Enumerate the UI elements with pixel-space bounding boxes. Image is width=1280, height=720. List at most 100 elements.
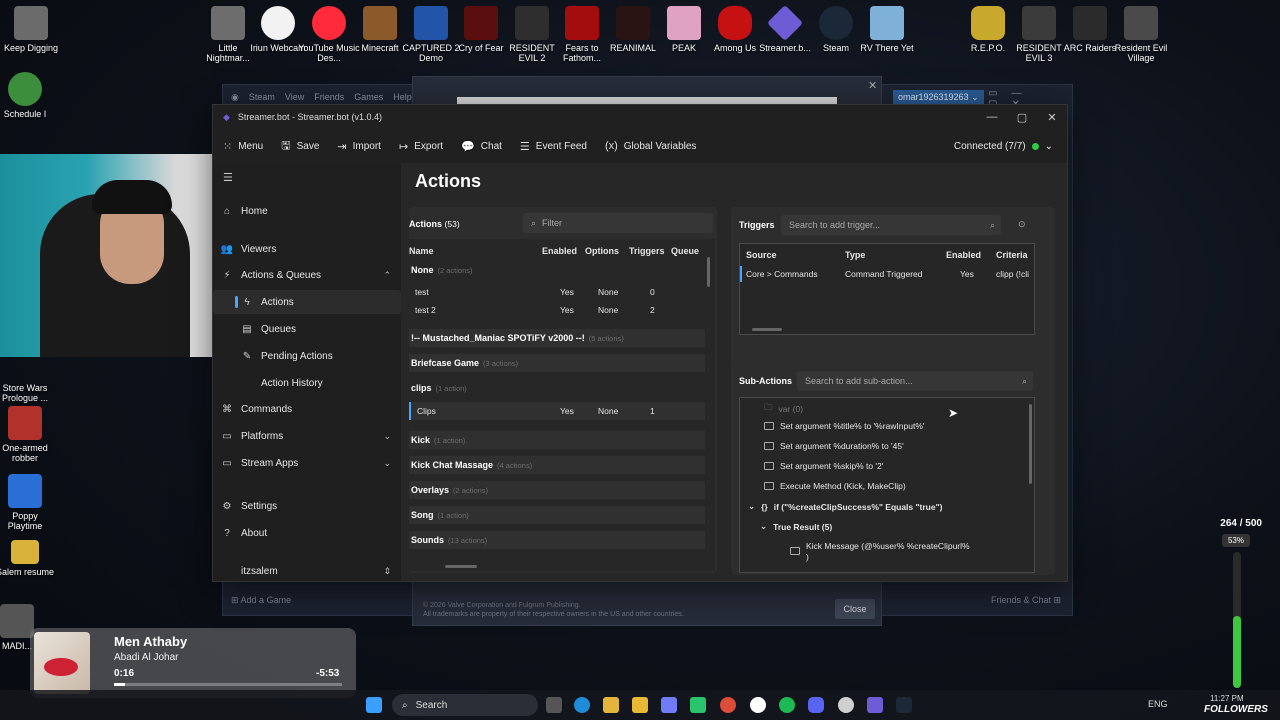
steam-menu-steam[interactable]: Steam bbox=[249, 92, 275, 102]
menu-button[interactable]: ⁙ Menu bbox=[223, 140, 263, 153]
trigger-row[interactable]: Core > Commands Command Triggered Yes cl… bbox=[740, 266, 1034, 282]
connection-status[interactable]: Connected (7/7) ⌄ bbox=[954, 141, 1053, 152]
table-row-selected[interactable]: Clips Yes None 1 bbox=[409, 402, 705, 420]
export-button[interactable]: ↦ Export bbox=[399, 140, 443, 153]
steam-menu-games[interactable]: Games bbox=[354, 92, 383, 102]
sidebar-item-settings[interactable]: ⚙ Settings bbox=[213, 494, 401, 518]
taskbar-search[interactable]: ⌕ Search bbox=[392, 694, 538, 716]
desktop-icon-rv-there-yet[interactable]: RV There Yet bbox=[856, 6, 918, 53]
group-row[interactable]: Sounds (13 actions) bbox=[409, 531, 705, 549]
subaction-item[interactable]: Set argument %duration% to '45' bbox=[764, 441, 904, 451]
steam-friends-chat[interactable]: Friends & Chat ⊞ bbox=[991, 595, 1061, 606]
desktop-icon-keep-digging[interactable]: Keep Digging bbox=[0, 6, 62, 53]
spotify-icon[interactable] bbox=[779, 697, 795, 713]
edge-icon[interactable] bbox=[574, 697, 590, 713]
subaction-item[interactable]: Kick Message (@%user% %createClipurl%) bbox=[790, 541, 970, 563]
sidebar-item-platforms[interactable]: ▭ Platforms ⌄ bbox=[213, 424, 401, 448]
group-row[interactable]: Kick Chat Massage (4 actions) bbox=[409, 456, 705, 474]
sidebar-item-queues[interactable]: ▤ Queues bbox=[213, 317, 401, 341]
windows-start-icon[interactable] bbox=[366, 697, 382, 713]
group-row[interactable]: Briefcase Game (3 actions) bbox=[409, 354, 705, 372]
group-row[interactable]: None (2 actions) bbox=[409, 261, 705, 279]
maximize-icon[interactable]: ▢ bbox=[1007, 111, 1037, 124]
vertical-scrollbar[interactable] bbox=[707, 257, 710, 287]
app-icon[interactable] bbox=[690, 697, 706, 713]
sidebar-item-viewers[interactable]: 👥 Viewers bbox=[213, 237, 401, 261]
group-row[interactable]: Song (1 action) bbox=[409, 506, 705, 524]
streamerbot-window[interactable]: ◆ Streamer.bot - Streamer.bot (v1.0.4) —… bbox=[212, 104, 1068, 582]
close-icon[interactable]: ✕ bbox=[1037, 111, 1067, 124]
group-row[interactable]: clips (1 action) bbox=[409, 379, 705, 397]
col-criteria[interactable]: Criteria bbox=[996, 250, 1028, 260]
filter-input[interactable]: ⌕ Filter bbox=[523, 213, 713, 233]
subaction-group[interactable]: 🗀 var (0) bbox=[764, 402, 803, 416]
sidebar-item-actions-queues[interactable]: ⚡ Actions & Queues ⌃ bbox=[213, 263, 401, 287]
dialog-close-icon[interactable]: ✕ bbox=[868, 79, 877, 92]
desktop-icon-salem[interactable]: Salem resume bbox=[0, 540, 56, 577]
col-queue[interactable]: Queue bbox=[671, 246, 699, 256]
desktop-icon-poppy[interactable]: Poppy Playtime bbox=[0, 474, 56, 531]
sidebar-item-actions[interactable]: ϟ Actions bbox=[213, 290, 401, 314]
horizontal-scrollbar[interactable] bbox=[752, 328, 782, 331]
minimize-icon[interactable]: — bbox=[977, 111, 1007, 124]
desktop-icon-schedule[interactable]: Schedule I bbox=[0, 72, 56, 119]
streamerbot-icon[interactable] bbox=[867, 697, 883, 713]
webcam-icon[interactable] bbox=[750, 697, 766, 713]
global-variables-button[interactable]: (x) Global Variables bbox=[605, 140, 696, 152]
task-view-icon[interactable] bbox=[546, 697, 562, 713]
col-enabled[interactable]: Enabled bbox=[946, 250, 981, 260]
group-row[interactable]: Overlays (2 actions) bbox=[409, 481, 705, 499]
table-row[interactable]: test 2 Yes None 2 bbox=[409, 302, 705, 318]
steam-menu-help[interactable]: Help bbox=[393, 92, 412, 102]
file-explorer-icon[interactable] bbox=[632, 697, 648, 713]
sidebar-item-pending-actions[interactable]: ✎ Pending Actions bbox=[213, 344, 401, 368]
app-icon[interactable] bbox=[603, 697, 619, 713]
subaction-item[interactable]: Set argument %skip% to '2' bbox=[764, 461, 883, 471]
subaction-search-input[interactable]: Search to add sub-action... ⌕ bbox=[797, 371, 1033, 391]
progress-track[interactable] bbox=[114, 683, 342, 686]
language-indicator[interactable]: ENG bbox=[1148, 699, 1168, 709]
sidebar-item-commands[interactable]: ⌘ Commands bbox=[213, 397, 401, 421]
hamburger-icon[interactable]: ☰ bbox=[223, 171, 233, 184]
import-button[interactable]: ⇥ Import bbox=[337, 140, 381, 153]
user-switcher[interactable]: itzsalem ⇕ bbox=[213, 559, 401, 583]
sidebar-item-action-history[interactable]: Action History bbox=[213, 371, 401, 395]
steam-menu-friends[interactable]: Friends bbox=[314, 92, 344, 102]
trigger-options-icon[interactable]: ⊙ bbox=[1018, 219, 1026, 230]
clock[interactable]: 11:27 PM bbox=[1210, 694, 1244, 703]
dialog-close-button[interactable]: Close bbox=[835, 599, 875, 619]
desktop-icon-re-village[interactable]: Resident Evil Village bbox=[1110, 6, 1172, 63]
table-row[interactable]: test Yes None 0 bbox=[409, 284, 705, 300]
trigger-search-input[interactable]: Search to add trigger... ⌕ bbox=[781, 215, 1001, 235]
subaction-item[interactable]: Set argument %title% to '%rawInput%' bbox=[764, 421, 925, 431]
obs-icon[interactable] bbox=[838, 697, 854, 713]
col-options[interactable]: Options bbox=[585, 246, 619, 256]
steam-add-game[interactable]: ⊞ Add a Game bbox=[231, 595, 291, 606]
chat-button[interactable]: 💬 Chat bbox=[461, 140, 502, 153]
col-name[interactable]: Name bbox=[409, 246, 434, 256]
col-source[interactable]: Source bbox=[746, 250, 777, 260]
steam-menu-view[interactable]: View bbox=[285, 92, 304, 102]
discord-icon[interactable] bbox=[808, 697, 824, 713]
steam-icon[interactable] bbox=[896, 697, 912, 713]
col-type[interactable]: Type bbox=[845, 250, 865, 260]
desktop-icon-store-wars[interactable]: Store Wars Prologue ... bbox=[0, 355, 56, 403]
chrome-icon[interactable] bbox=[720, 697, 736, 713]
save-button[interactable]: 🖫 Save bbox=[281, 137, 319, 156]
col-triggers[interactable]: Triggers bbox=[629, 246, 665, 256]
subaction-true-result[interactable]: ⌄ True Result (5) bbox=[760, 521, 832, 532]
sidebar-item-home[interactable]: ⌂ Home bbox=[213, 199, 401, 223]
steam-account-button[interactable]: omar1926319263 ⌄ bbox=[893, 90, 984, 104]
copilot-icon[interactable] bbox=[661, 697, 677, 713]
media-player[interactable]: Men Athaby Abadi Al Johar 0:16 -5:53 bbox=[30, 628, 356, 698]
horizontal-scrollbar[interactable] bbox=[445, 565, 477, 568]
group-row[interactable]: Kick (1 action) bbox=[409, 431, 705, 449]
vertical-scrollbar[interactable] bbox=[1029, 404, 1032, 484]
subaction-if[interactable]: ⌄ {} if ("%createClipSuccess%" Equals "tru… bbox=[748, 501, 942, 512]
subaction-item[interactable]: Execute Method (Kick, MakeClip) bbox=[764, 481, 906, 491]
desktop-icon-one-armed-robber[interactable]: One-armed robber bbox=[0, 406, 56, 463]
sidebar-item-about[interactable]: ? About bbox=[213, 521, 401, 545]
event-feed-button[interactable]: ☰ Event Feed bbox=[520, 140, 587, 153]
group-row[interactable]: !-- Mustached_Maniac SPOTiFY v2000 --! (5… bbox=[409, 329, 705, 347]
col-enabled[interactable]: Enabled bbox=[542, 246, 577, 256]
